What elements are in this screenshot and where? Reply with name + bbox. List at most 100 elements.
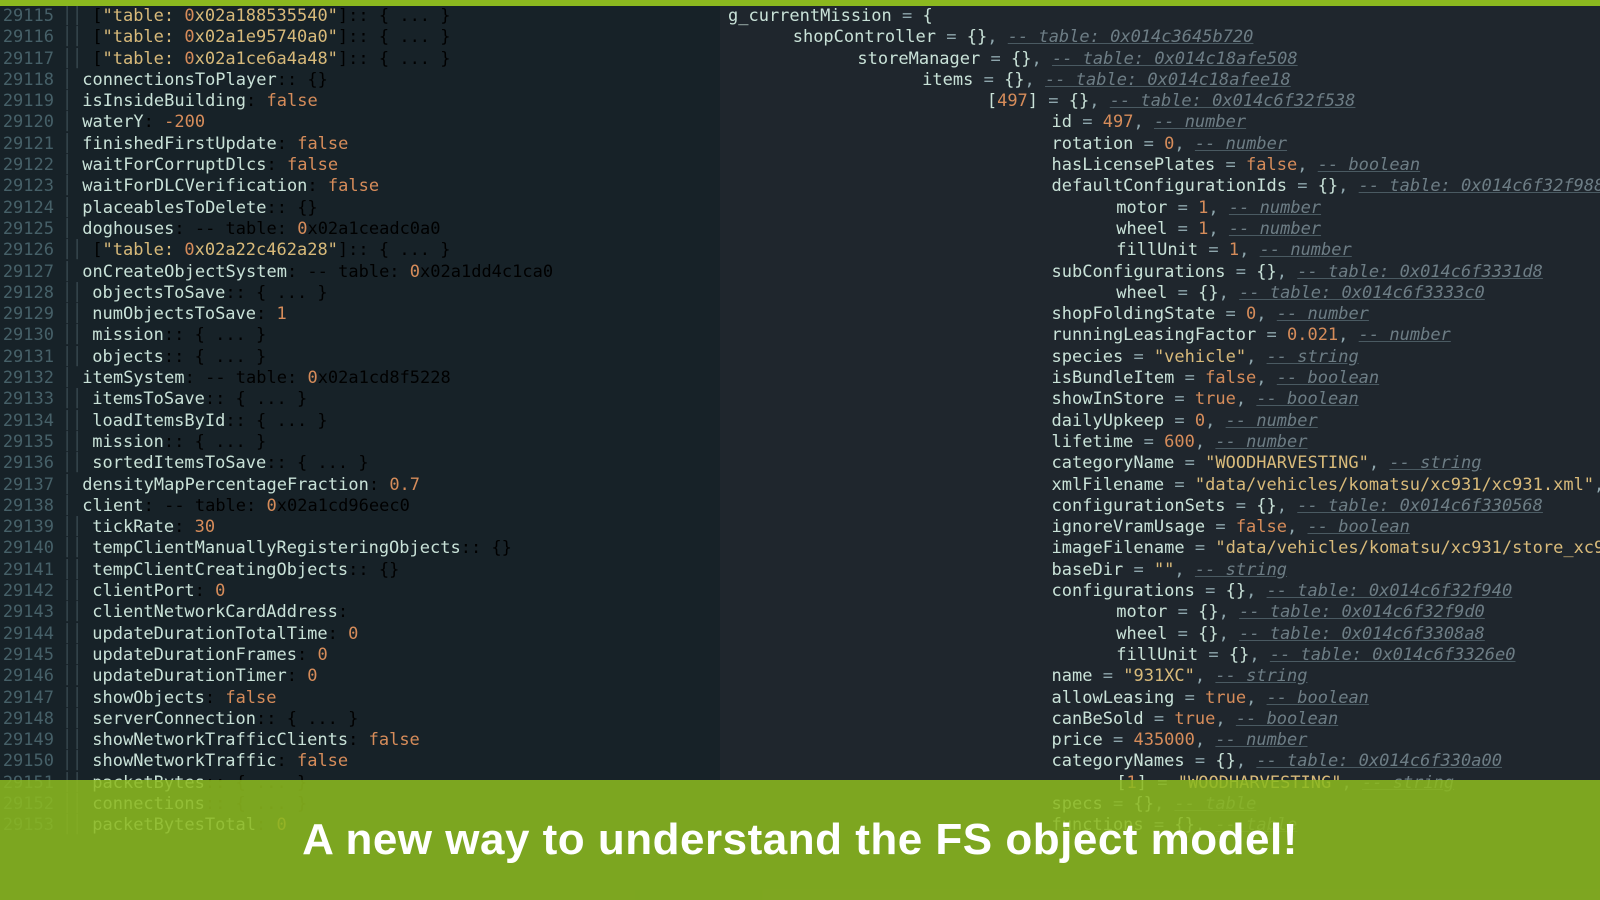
- code-text: ││ sortedItemsToSave:: { ... }: [62, 453, 720, 474]
- code-line[interactable]: 29148││ serverConnection:: { ... }: [0, 709, 720, 730]
- code-line[interactable]: 29127│ onCreateObjectSystem: -- table: 0…: [0, 262, 720, 283]
- code-line[interactable]: 29116││ ["table: 0x02a1e95740a0"]:: { ..…: [0, 27, 720, 48]
- code-line[interactable]: 29141││ tempClientCreatingObjects:: {}: [0, 560, 720, 581]
- code-line[interactable]: wheel = 1, -- number: [720, 219, 1600, 240]
- code-line[interactable]: isBundleItem = false, -- boolean: [720, 368, 1600, 389]
- code-line[interactable]: fillUnit = {}, -- table: 0x014c6f3326e0: [720, 645, 1600, 666]
- code-line[interactable]: wheel = {}, -- table: 0x014c6f3333c0: [720, 283, 1600, 304]
- line-number: 29128: [0, 283, 62, 304]
- code-line[interactable]: 29118│ connectionsToPlayer:: {}: [0, 70, 720, 91]
- line-number: 29127: [0, 262, 62, 283]
- code-line[interactable]: canBeSold = true, -- boolean: [720, 709, 1600, 730]
- code-line[interactable]: dailyUpkeep = 0, -- number: [720, 411, 1600, 432]
- code-line[interactable]: categoryName = "WOODHARVESTING", -- stri…: [720, 453, 1600, 474]
- code-line[interactable]: fillUnit = 1, -- number: [720, 240, 1600, 261]
- code-line[interactable]: 29150││ showNetworkTraffic: false: [0, 751, 720, 772]
- code-text: │ waitForDLCVerification: false: [62, 176, 720, 197]
- code-text: ignoreVramUsage = false, -- boolean: [728, 517, 1600, 538]
- code-line[interactable]: configurations = {}, -- table: 0x014c6f3…: [720, 581, 1600, 602]
- code-line[interactable]: 29128││ objectsToSave:: { ... }: [0, 283, 720, 304]
- code-line[interactable]: 29125│ doghouses: -- table: 0x02a1ceadc0…: [0, 219, 720, 240]
- code-text: defaultConfigurationIds = {}, -- table: …: [728, 176, 1600, 197]
- code-line[interactable]: [497] = {}, -- table: 0x014c6f32f538: [720, 91, 1600, 112]
- code-text: │ connectionsToPlayer:: {}: [62, 70, 720, 91]
- code-line[interactable]: subConfigurations = {}, -- table: 0x014c…: [720, 262, 1600, 283]
- code-line[interactable]: 29126││ ["table: 0x02a22c462a28"]:: { ..…: [0, 240, 720, 261]
- code-line[interactable]: 29146││ updateDurationTimer: 0: [0, 666, 720, 687]
- code-line[interactable]: 29134││ loadItemsById:: { ... }: [0, 411, 720, 432]
- code-line[interactable]: 29138│ client: -- table: 0x02a1cd96eec0: [0, 496, 720, 517]
- code-line[interactable]: imageFilename = "data/vehicles/komatsu/x…: [720, 538, 1600, 559]
- code-text: id = 497, -- number: [728, 112, 1600, 133]
- code-text: baseDir = "", -- string: [728, 560, 1600, 581]
- code-line[interactable]: 29133││ itemsToSave:: { ... }: [0, 389, 720, 410]
- code-text: │ itemSystem: -- table: 0x02a1cd8f5228: [62, 368, 720, 389]
- code-line[interactable]: categoryNames = {}, -- table: 0x014c6f33…: [720, 751, 1600, 772]
- code-line[interactable]: motor = {}, -- table: 0x014c6f32f9d0: [720, 602, 1600, 623]
- code-line[interactable]: name = "931XC", -- string: [720, 666, 1600, 687]
- code-line[interactable]: wheel = {}, -- table: 0x014c6f3308a8: [720, 624, 1600, 645]
- code-line[interactable]: 29137│ densityMapPercentageFraction: 0.7: [0, 475, 720, 496]
- code-text: categoryNames = {}, -- table: 0x014c6f33…: [728, 751, 1600, 772]
- code-line[interactable]: 29121│ finishedFirstUpdate: false: [0, 134, 720, 155]
- left-code-pane[interactable]: 29115││ ["table: 0x02a188535540"]:: { ..…: [0, 6, 720, 900]
- code-text: hasLicensePlates = false, -- boolean: [728, 155, 1600, 176]
- code-text: wheel = {}, -- table: 0x014c6f3308a8: [728, 624, 1600, 645]
- code-line[interactable]: lifetime = 600, -- number: [720, 432, 1600, 453]
- code-line[interactable]: 29115││ ["table: 0x02a188535540"]:: { ..…: [0, 6, 720, 27]
- code-line[interactable]: 29122│ waitForCorruptDlcs: false: [0, 155, 720, 176]
- code-line[interactable]: 29120│ waterY: -200: [0, 112, 720, 133]
- code-line[interactable]: 29144││ updateDurationTotalTime: 0: [0, 624, 720, 645]
- code-line[interactable]: 29142││ clientPort: 0: [0, 581, 720, 602]
- code-line[interactable]: motor = 1, -- number: [720, 198, 1600, 219]
- code-text: ││ loadItemsById:: { ... }: [62, 411, 720, 432]
- code-text: fillUnit = {}, -- table: 0x014c6f3326e0: [728, 645, 1600, 666]
- code-line[interactable]: defaultConfigurationIds = {}, -- table: …: [720, 176, 1600, 197]
- code-line[interactable]: 29124│ placeablesToDelete:: {}: [0, 198, 720, 219]
- code-line[interactable]: configurationSets = {}, -- table: 0x014c…: [720, 496, 1600, 517]
- code-line[interactable]: 29117││ ["table: 0x02a1ce6a4a48"]:: { ..…: [0, 49, 720, 70]
- code-text: allowLeasing = true, -- boolean: [728, 688, 1600, 709]
- code-line[interactable]: 29139││ tickRate: 30: [0, 517, 720, 538]
- code-line[interactable]: price = 435000, -- number: [720, 730, 1600, 751]
- code-line[interactable]: 29149││ showNetworkTrafficClients: false: [0, 730, 720, 751]
- code-line[interactable]: 29131││ objects:: { ... }: [0, 347, 720, 368]
- code-line[interactable]: showInStore = true, -- boolean: [720, 389, 1600, 410]
- code-text: │ client: -- table: 0x02a1cd96eec0: [62, 496, 720, 517]
- code-line[interactable]: 29123│ waitForDLCVerification: false: [0, 176, 720, 197]
- code-text: g_currentMission = {: [728, 6, 1600, 27]
- code-line[interactable]: 29130││ mission:: { ... }: [0, 325, 720, 346]
- code-line[interactable]: 29140││ tempClientManuallyRegisteringObj…: [0, 538, 720, 559]
- code-text: canBeSold = true, -- boolean: [728, 709, 1600, 730]
- code-line[interactable]: rotation = 0, -- number: [720, 134, 1600, 155]
- code-line[interactable]: 29119│ isInsideBuilding: false: [0, 91, 720, 112]
- code-line[interactable]: runningLeasingFactor = 0.021, -- number: [720, 325, 1600, 346]
- right-code-pane[interactable]: g_currentMission = { shopController = {}…: [720, 6, 1600, 900]
- code-line[interactable]: 29143││ clientNetworkCardAddress:: [0, 602, 720, 623]
- code-line[interactable]: 29136││ sortedItemsToSave:: { ... }: [0, 453, 720, 474]
- code-text: ││ showNetworkTraffic: false: [62, 751, 720, 772]
- code-line[interactable]: species = "vehicle", -- string: [720, 347, 1600, 368]
- code-line[interactable]: storeManager = {}, -- table: 0x014c18afe…: [720, 49, 1600, 70]
- code-line[interactable]: g_currentMission = {: [720, 6, 1600, 27]
- code-line[interactable]: allowLeasing = true, -- boolean: [720, 688, 1600, 709]
- code-line[interactable]: 29132│ itemSystem: -- table: 0x02a1cd8f5…: [0, 368, 720, 389]
- code-text: ││ showNetworkTrafficClients: false: [62, 730, 720, 751]
- code-line[interactable]: xmlFilename = "data/vehicles/komatsu/xc9…: [720, 475, 1600, 496]
- code-line[interactable]: ignoreVramUsage = false, -- boolean: [720, 517, 1600, 538]
- line-number: 29139: [0, 517, 62, 538]
- line-number: 29150: [0, 751, 62, 772]
- code-line[interactable]: items = {}, -- table: 0x014c18afee18: [720, 70, 1600, 91]
- code-text: ││ showObjects: false: [62, 688, 720, 709]
- code-text: ││ ["table: 0x02a1e95740a0"]:: { ... }: [62, 27, 720, 48]
- code-line[interactable]: 29129││ numObjectsToSave: 1: [0, 304, 720, 325]
- code-line[interactable]: id = 497, -- number: [720, 112, 1600, 133]
- code-line[interactable]: 29145││ updateDurationFrames: 0: [0, 645, 720, 666]
- code-line[interactable]: hasLicensePlates = false, -- boolean: [720, 155, 1600, 176]
- code-line[interactable]: baseDir = "", -- string: [720, 560, 1600, 581]
- code-line[interactable]: 29135││ mission:: { ... }: [0, 432, 720, 453]
- code-text: ││ ["table: 0x02a1ce6a4a48"]:: { ... }: [62, 49, 720, 70]
- code-line[interactable]: shopController = {}, -- table: 0x014c364…: [720, 27, 1600, 48]
- code-line[interactable]: shopFoldingState = 0, -- number: [720, 304, 1600, 325]
- code-line[interactable]: 29147││ showObjects: false: [0, 688, 720, 709]
